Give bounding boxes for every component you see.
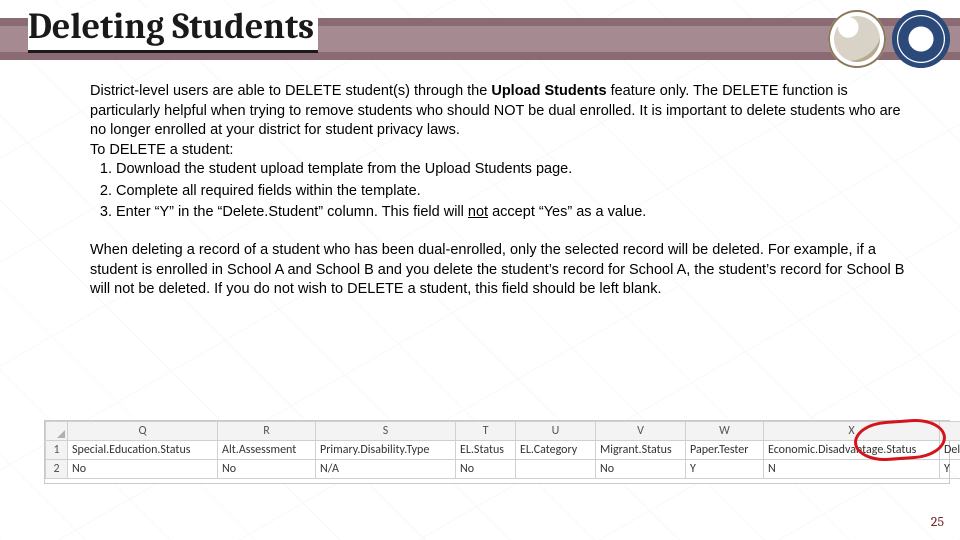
logo-group bbox=[828, 10, 950, 68]
steps-lead: To DELETE a student: bbox=[90, 141, 910, 161]
state-seal-icon bbox=[892, 10, 950, 68]
intro-bold: Upload Students bbox=[491, 83, 606, 99]
hdr-alt-assess: Alt.Assessment bbox=[218, 441, 316, 460]
col-W: W bbox=[686, 422, 764, 441]
hdr-paper-tester: Paper.Tester bbox=[686, 441, 764, 460]
step-3-pre: Enter “Y” in the “Delete.Student” column… bbox=[116, 204, 468, 220]
step-3: Enter “Y” in the “Delete.Student” column… bbox=[116, 203, 910, 223]
hdr-el-category: EL.Category bbox=[516, 441, 596, 460]
val-econ-dis: N bbox=[764, 460, 940, 479]
val-special-ed: No bbox=[68, 460, 218, 479]
step-2: Complete all required fields within the … bbox=[116, 182, 910, 202]
dual-enroll-note: When deleting a record of a student who … bbox=[90, 241, 910, 300]
hdr-el-status: EL.Status bbox=[456, 441, 516, 460]
spreadsheet-table: Q R S T U V W X Y 1 Special.Education.St… bbox=[45, 421, 960, 479]
col-S: S bbox=[316, 422, 456, 441]
col-Y: Y bbox=[940, 422, 960, 441]
val-migrant: No bbox=[596, 460, 686, 479]
col-T: T bbox=[456, 422, 516, 441]
table-row: 2 No No N/A No No Y N Y bbox=[46, 460, 960, 479]
hdr-econ-dis: Economic.Disadvantage.Status bbox=[764, 441, 940, 460]
intro-text-pre: District-level users are able to DELETE … bbox=[90, 83, 491, 99]
step-3-underlined: not bbox=[468, 204, 488, 220]
val-primary-disability: N/A bbox=[316, 460, 456, 479]
col-V: V bbox=[596, 422, 686, 441]
col-header-row: Q R S T U V W X Y bbox=[46, 422, 960, 441]
page-number: 25 bbox=[931, 513, 944, 530]
col-U: U bbox=[516, 422, 596, 441]
row-1-hdr: 1 bbox=[46, 441, 68, 460]
row-2-hdr: 2 bbox=[46, 460, 68, 479]
intro-paragraph: District-level users are able to DELETE … bbox=[90, 82, 910, 141]
col-R: R bbox=[218, 422, 316, 441]
val-alt-assess: No bbox=[218, 460, 316, 479]
body-content: District-level users are able to DELETE … bbox=[90, 82, 910, 300]
hdr-primary-disability: Primary.Disability.Type bbox=[316, 441, 456, 460]
val-el-status: No bbox=[456, 460, 516, 479]
steps-list: Download the student upload template fro… bbox=[90, 160, 910, 223]
step-3-post: accept “Yes” as a value. bbox=[488, 204, 646, 220]
assessment-program-logo-icon bbox=[828, 10, 886, 68]
spreadsheet-screenshot: Q R S T U V W X Y 1 Special.Education.St… bbox=[44, 420, 950, 484]
hdr-special-ed: Special.Education.Status bbox=[68, 441, 218, 460]
val-el-category bbox=[516, 460, 596, 479]
val-delete-student: Y bbox=[940, 460, 960, 479]
val-paper-tester: Y bbox=[686, 460, 764, 479]
page-title: Deleting Students bbox=[28, 8, 318, 53]
hdr-delete-student: Delete.Student bbox=[940, 441, 960, 460]
hdr-migrant: Migrant.Status bbox=[596, 441, 686, 460]
col-X: X bbox=[764, 422, 940, 441]
step-1: Download the student upload template fro… bbox=[116, 160, 910, 180]
select-all-corner bbox=[46, 422, 68, 441]
col-Q: Q bbox=[68, 422, 218, 441]
table-row: 1 Special.Education.Status Alt.Assessmen… bbox=[46, 441, 960, 460]
